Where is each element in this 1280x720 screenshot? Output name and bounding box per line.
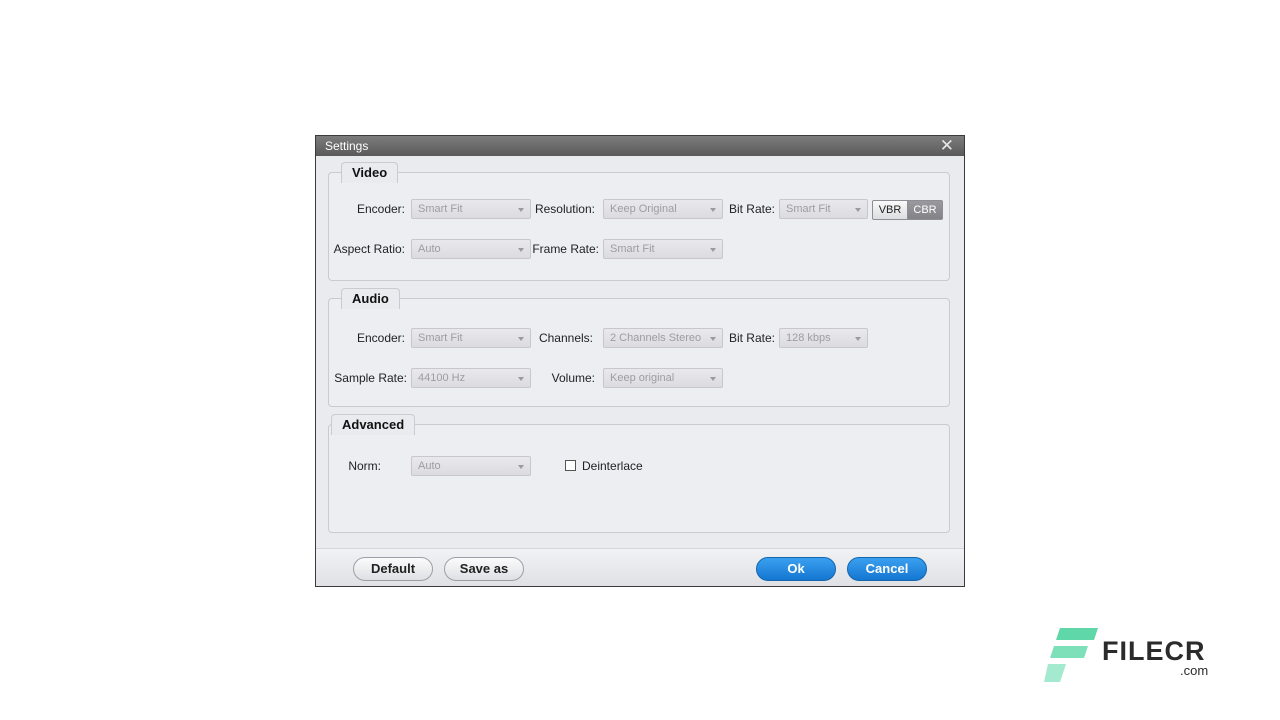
chevron-down-icon bbox=[518, 465, 524, 469]
audio-channels-value: 2 Channels Stereo bbox=[610, 332, 702, 344]
filecr-watermark: FILECR .com bbox=[1044, 626, 1214, 684]
norm-value: Auto bbox=[418, 460, 441, 472]
video-resolution-value: Keep Original bbox=[610, 203, 677, 215]
video-framerate-value: Smart Fit bbox=[610, 243, 655, 255]
audio-volume-select[interactable]: Keep original bbox=[603, 368, 723, 388]
norm-select[interactable]: Auto bbox=[411, 456, 531, 476]
chevron-down-icon bbox=[855, 208, 861, 212]
audio-bitrate-select[interactable]: 128 kbps bbox=[779, 328, 868, 348]
chevron-down-icon bbox=[518, 208, 524, 212]
video-aspect-label: Aspect Ratio: bbox=[333, 242, 405, 256]
audio-samplerate-select[interactable]: 44100 Hz bbox=[411, 368, 531, 388]
video-group-title: Video bbox=[341, 162, 399, 183]
ok-button[interactable]: Ok bbox=[756, 557, 836, 581]
audio-encoder-select[interactable]: Smart Fit bbox=[411, 328, 531, 348]
audio-samplerate-label: Sample Rate: bbox=[334, 371, 407, 385]
video-bitrate-value: Smart Fit bbox=[786, 203, 831, 215]
audio-volume-value: Keep original bbox=[610, 372, 675, 384]
chevron-down-icon bbox=[710, 248, 716, 252]
chevron-down-icon bbox=[710, 377, 716, 381]
close-icon[interactable]: ✕ bbox=[940, 136, 954, 156]
chevron-down-icon bbox=[710, 208, 716, 212]
vbr-toggle[interactable]: VBR bbox=[872, 200, 908, 220]
cbr-toggle[interactable]: CBR bbox=[907, 200, 943, 220]
chevron-down-icon bbox=[518, 377, 524, 381]
audio-group: Audio Encoder: Smart Fit Channels: 2 Cha… bbox=[328, 288, 950, 407]
filecr-brand: FILECR bbox=[1102, 636, 1206, 666]
chevron-down-icon bbox=[518, 337, 524, 341]
video-group: Video Encoder: Smart Fit Resolution: Kee… bbox=[328, 162, 950, 281]
dialog-footer: Default Save as Ok Cancel bbox=[316, 548, 964, 586]
audio-group-title: Audio bbox=[341, 288, 400, 309]
video-resolution-select[interactable]: Keep Original bbox=[603, 199, 723, 219]
dialog-titlebar[interactable]: Settings ✕ bbox=[316, 136, 964, 156]
cancel-button[interactable]: Cancel bbox=[847, 557, 927, 581]
audio-channels-label: Channels: bbox=[538, 331, 593, 345]
video-aspect-value: Auto bbox=[418, 243, 441, 255]
chevron-down-icon bbox=[710, 337, 716, 341]
save-as-button[interactable]: Save as bbox=[444, 557, 524, 581]
audio-encoder-label: Encoder: bbox=[356, 331, 405, 345]
filecr-logo-icon bbox=[1044, 628, 1098, 682]
deinterlace-label[interactable]: Deinterlace bbox=[582, 456, 643, 476]
audio-bitrate-label: Bit Rate: bbox=[728, 331, 775, 345]
video-bitrate-label: Bit Rate: bbox=[728, 202, 775, 216]
video-framerate-label: Frame Rate: bbox=[532, 242, 599, 256]
settings-dialog: Settings ✕ Video Encoder: Smart Fit Reso… bbox=[315, 135, 965, 587]
filecr-domain: .com bbox=[1180, 663, 1209, 678]
audio-samplerate-value: 44100 Hz bbox=[418, 372, 466, 384]
video-encoder-label: Encoder: bbox=[356, 202, 405, 216]
audio-bitrate-value: 128 kbps bbox=[786, 332, 831, 344]
video-framerate-select[interactable]: Smart Fit bbox=[603, 239, 723, 259]
norm-label: Norm: bbox=[348, 459, 381, 473]
advanced-group: Advanced Norm: Auto Deinterlace bbox=[328, 414, 950, 533]
video-aspect-select[interactable]: Auto bbox=[411, 239, 531, 259]
advanced-group-title: Advanced bbox=[331, 414, 416, 435]
chevron-down-icon bbox=[518, 248, 524, 252]
video-encoder-value: Smart Fit bbox=[418, 203, 463, 215]
video-encoder-select[interactable]: Smart Fit bbox=[411, 199, 531, 219]
deinterlace-checkbox[interactable] bbox=[565, 460, 576, 471]
chevron-down-icon bbox=[855, 337, 861, 341]
audio-encoder-value: Smart Fit bbox=[418, 332, 463, 344]
video-bitrate-select[interactable]: Smart Fit bbox=[779, 199, 868, 219]
dialog-title: Settings bbox=[325, 139, 369, 153]
audio-volume-label: Volume: bbox=[551, 371, 595, 385]
audio-channels-select[interactable]: 2 Channels Stereo bbox=[603, 328, 723, 348]
default-button[interactable]: Default bbox=[353, 557, 433, 581]
video-resolution-label: Resolution: bbox=[534, 202, 595, 216]
